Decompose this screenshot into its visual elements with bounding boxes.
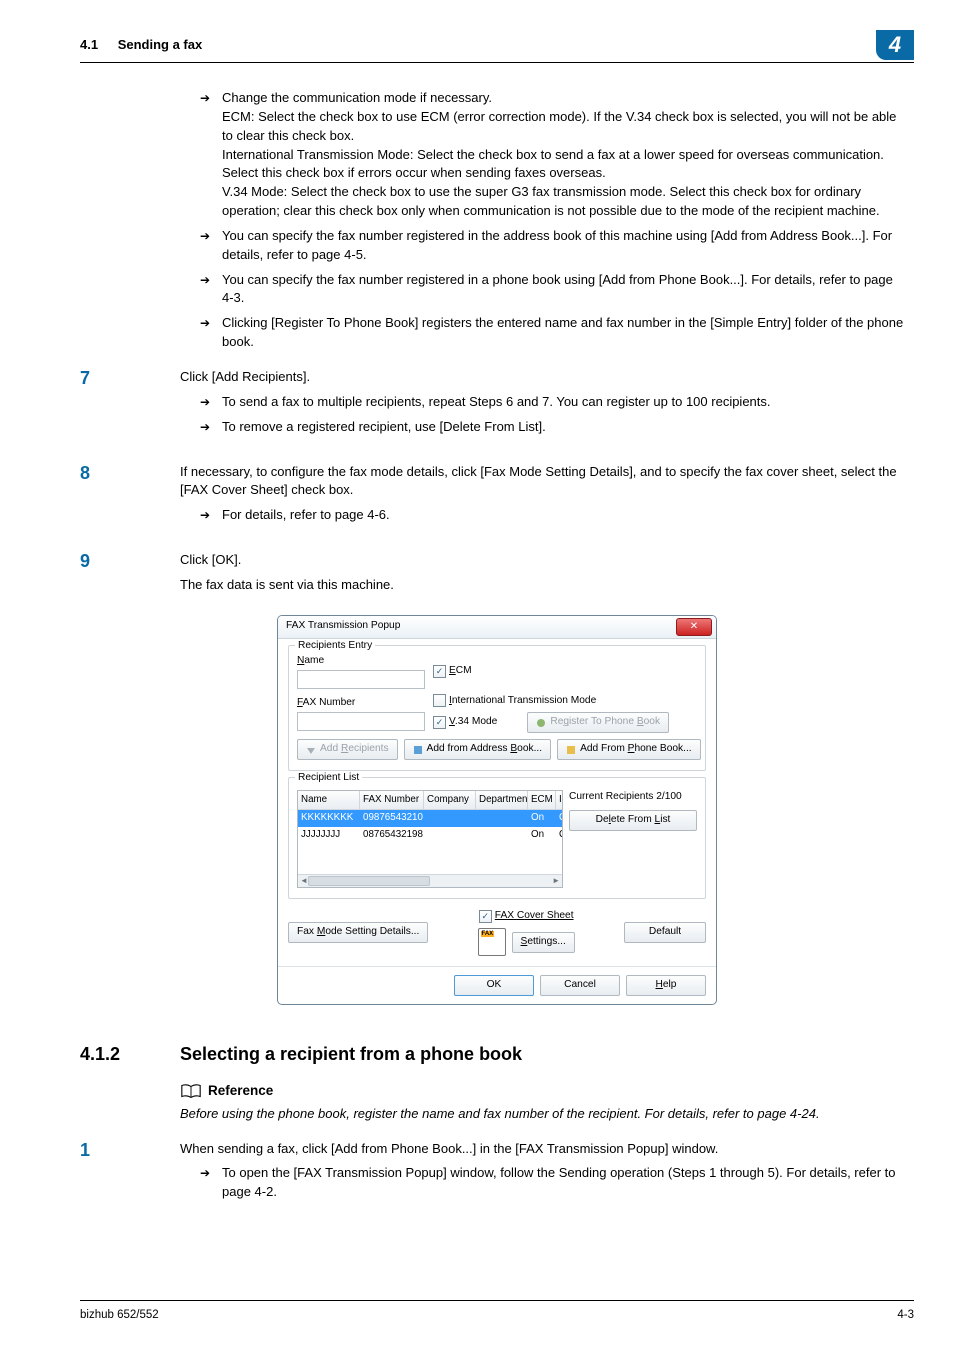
checkbox-icon <box>433 694 446 707</box>
recipient-list-group: Recipient List Name FAX Number Company D… <box>288 777 706 899</box>
bullet-item: To send a fax to multiple recipients, re… <box>200 393 914 412</box>
dialog-title: FAX Transmission Popup <box>286 619 676 634</box>
subsection-number: 4.1.2 <box>80 1041 180 1067</box>
v34-mode-checkbox[interactable]: V.34 Mode <box>433 715 497 730</box>
fax-number-input[interactable] <box>297 712 425 731</box>
chapter-badge: 4 <box>876 30 914 60</box>
checkbox-icon <box>479 910 492 923</box>
step-1: 1 When sending a fax, click [Add from Ph… <box>80 1140 914 1213</box>
step-number: 9 <box>80 551 180 573</box>
add-from-phone-book-button[interactable]: Add From Phone Book... <box>557 739 701 760</box>
reference-label: Reference <box>208 1081 273 1101</box>
book-icon <box>180 1083 202 1099</box>
col-dept[interactable]: Department <box>476 791 528 810</box>
help-button[interactable]: Help <box>626 975 706 996</box>
address-book-icon <box>413 745 423 755</box>
footer-right: 4-3 <box>897 1307 914 1324</box>
step-9: 9 Click [OK]. The fax data is sent via t… <box>80 551 914 601</box>
register-to-phone-book-button[interactable]: Register To Phone Book <box>527 712 669 733</box>
recipients-entry-group: Recipients Entry Name ECM FA <box>288 645 706 772</box>
bullet-item: Change the communication mode if necessa… <box>200 89 904 221</box>
fax-number-label: FAX Number <box>297 696 427 711</box>
checkbox-icon <box>433 716 446 729</box>
bullet-item: To remove a registered recipient, use [D… <box>200 418 914 437</box>
close-icon[interactable]: ✕ <box>676 618 712 636</box>
footer-left: bizhub 652/552 <box>80 1307 159 1324</box>
step-text: Click [Add Recipients]. <box>180 368 914 387</box>
step-7: 7 Click [Add Recipients]. To send a fax … <box>80 368 914 447</box>
page-header: 4.1 Sending a fax 4 <box>80 30 914 63</box>
col-ecm[interactable]: ECM <box>528 791 556 810</box>
name-label: Name <box>297 654 427 669</box>
name-input[interactable] <box>297 670 425 689</box>
col-fax[interactable]: FAX Number <box>360 791 424 810</box>
bullet-item: To open the [FAX Transmission Popup] win… <box>200 1164 914 1202</box>
bullet-item: You can specify the fax number registere… <box>200 227 904 265</box>
reference-text: Before using the phone book, register th… <box>180 1105 904 1124</box>
fax-cover-sheet-checkbox[interactable]: FAX Cover Sheet <box>479 909 574 924</box>
group-label: Recipient List <box>295 771 362 786</box>
step-number: 1 <box>80 1140 180 1162</box>
section-title: Sending a fax <box>118 37 203 52</box>
step-number: 8 <box>80 463 180 485</box>
phone-add-icon <box>536 718 546 728</box>
recipient-list-table[interactable]: Name FAX Number Company Department ECM I… <box>297 790 563 888</box>
table-row[interactable]: KKKKKKKK 09876543210 On Of <box>298 810 562 826</box>
fax-mode-setting-details-button[interactable]: Fax Mode Setting Details... <box>288 922 428 943</box>
default-button[interactable]: Default <box>624 922 706 943</box>
arrow-down-icon <box>306 745 316 755</box>
fax-transmission-dialog: FAX Transmission Popup ✕ Recipients Entr… <box>277 615 717 1005</box>
table-header: Name FAX Number Company Department ECM I <box>298 791 562 810</box>
checkbox-icon <box>433 665 446 678</box>
reference-heading: Reference <box>180 1081 904 1101</box>
group-label: Recipients Entry <box>295 639 375 654</box>
section-number: 4.1 <box>80 37 98 52</box>
step-text: Click [OK]. <box>180 551 914 570</box>
table-row[interactable]: JJJJJJJJ 08765432198 On Off <box>298 827 562 843</box>
step-text: If necessary, to configure the fax mode … <box>180 463 914 501</box>
step-8: 8 If necessary, to configure the fax mod… <box>80 463 914 536</box>
subsection-title: Selecting a recipient from a phone book <box>180 1041 522 1067</box>
ok-button[interactable]: OK <box>454 975 534 996</box>
step-number: 7 <box>80 368 180 390</box>
step-after-text: The fax data is sent via this machine. <box>180 576 914 595</box>
bullet-item: For details, refer to page 4-6. <box>200 506 914 525</box>
step-text: When sending a fax, click [Add from Phon… <box>180 1140 914 1159</box>
scrollbar-thumb[interactable] <box>308 876 430 886</box>
delete-from-list-button[interactable]: Delete From List <box>569 810 697 831</box>
fax-cover-icon: FAX <box>478 928 506 956</box>
add-from-address-book-button[interactable]: Add from Address Book... <box>404 739 552 760</box>
col-company[interactable]: Company <box>424 791 476 810</box>
dialog-titlebar[interactable]: FAX Transmission Popup ✕ <box>278 616 716 639</box>
subsection-heading: 4.1.2 Selecting a recipient from a phone… <box>80 1041 914 1067</box>
phone-book-icon <box>566 745 576 755</box>
intl-mode-checkbox[interactable]: International Transmission Mode <box>433 694 669 709</box>
page-footer: bizhub 652/552 4-3 <box>80 1300 914 1324</box>
ecm-checkbox[interactable]: ECM <box>433 664 472 679</box>
cover-sheet-settings-button[interactable]: Settings... <box>512 932 575 953</box>
add-recipients-button[interactable]: Add Recipients <box>297 739 398 760</box>
col-name[interactable]: Name <box>298 791 360 810</box>
cancel-button[interactable]: Cancel <box>540 975 620 996</box>
col-intl[interactable]: I <box>556 791 563 810</box>
horizontal-scrollbar[interactable]: ◄ ► <box>298 874 562 887</box>
bullet-item: Clicking [Register To Phone Book] regist… <box>200 314 904 352</box>
intro-bullets: Change the communication mode if necessa… <box>180 89 904 352</box>
current-recipients-label: Current Recipients 2/100 <box>569 790 697 805</box>
bullet-item: You can specify the fax number registere… <box>200 271 904 309</box>
